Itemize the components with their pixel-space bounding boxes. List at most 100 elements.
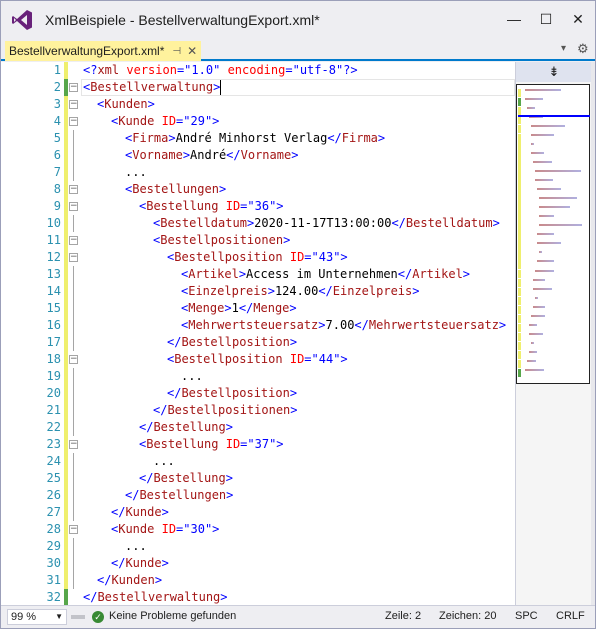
code-text: <?xml version="1.0" encoding="utf-8"?> bbox=[83, 63, 358, 77]
code-line[interactable]: 18− <Bestellposition ID="44"> bbox=[1, 351, 515, 368]
code-line[interactable]: 3− <Kunden> bbox=[1, 96, 515, 113]
horizontal-scroll-icon[interactable] bbox=[71, 612, 85, 622]
minimap-line bbox=[539, 206, 571, 209]
minimap-line bbox=[529, 332, 544, 335]
problems-status[interactable]: Keine Probleme gefunden bbox=[109, 610, 236, 622]
collapse-icon[interactable]: − bbox=[69, 83, 78, 92]
minimap-change-marker bbox=[518, 197, 521, 206]
zoom-value: 99 % bbox=[11, 611, 37, 623]
whitespace-indicator[interactable]: SPC bbox=[515, 610, 538, 622]
change-marker bbox=[64, 487, 68, 504]
minimap-line bbox=[535, 296, 538, 299]
code-line[interactable]: 31 </Kunden> bbox=[1, 572, 515, 589]
pin-tab-icon[interactable]: ⊣ bbox=[172, 46, 181, 57]
code-line[interactable]: 10 <Bestelldatum>2020-11-17T13:00:00</Bes… bbox=[1, 215, 515, 232]
close-tab-icon[interactable]: ✕ bbox=[187, 44, 197, 58]
minimap-change-marker bbox=[518, 278, 521, 287]
code-text: </Bestellverwaltung> bbox=[83, 590, 228, 604]
code-line[interactable]: 13 <Artikel>Access im Unternehmen</Artike… bbox=[1, 266, 515, 283]
minimap-change-marker bbox=[518, 125, 521, 134]
minimap-line bbox=[525, 89, 562, 91]
minimap-line bbox=[537, 242, 561, 245]
code-line[interactable]: 20 </Bestellposition> bbox=[1, 385, 515, 402]
code-line[interactable]: 32 </Bestellverwaltung> bbox=[1, 589, 515, 605]
code-line[interactable]: 22 </Bestellung> bbox=[1, 419, 515, 436]
collapse-icon[interactable]: − bbox=[69, 100, 78, 109]
code-text: ... bbox=[181, 369, 203, 383]
code-line[interactable]: 19... bbox=[1, 368, 515, 385]
outline-guide bbox=[73, 470, 74, 487]
code-editor[interactable]: 1 <?xml version="1.0" encoding="utf-8"?> 2… bbox=[1, 62, 515, 605]
line-indicator[interactable]: Zeile: 2 bbox=[385, 610, 421, 622]
code-line[interactable]: 1 <?xml version="1.0" encoding="utf-8"?> bbox=[1, 62, 515, 79]
maximize-button[interactable]: ☐ bbox=[531, 1, 561, 37]
minimap-change-marker bbox=[518, 134, 521, 143]
code-text: <Mehrwertsteuersatz>7.00</Mehrwertsteuer… bbox=[181, 318, 507, 332]
outline-guide bbox=[73, 368, 74, 385]
code-line[interactable]: 28− <Kunde ID="30"> bbox=[1, 521, 515, 538]
collapse-icon[interactable]: − bbox=[69, 236, 78, 245]
code-line[interactable]: 6 <Vorname>André</Vorname> bbox=[1, 147, 515, 164]
line-number: 19 bbox=[46, 369, 61, 383]
change-marker bbox=[64, 504, 68, 521]
code-line[interactable]: 5 <Firma>André Minhorst Verlag</Firma> bbox=[1, 130, 515, 147]
collapse-icon[interactable]: − bbox=[69, 253, 78, 262]
line-number: 24 bbox=[46, 454, 61, 468]
code-line[interactable]: 15 <Menge>1</Menge> bbox=[1, 300, 515, 317]
collapse-icon[interactable]: − bbox=[69, 440, 78, 449]
char-indicator[interactable]: Zeichen: 20 bbox=[439, 610, 496, 622]
tab-bestellverwaltungexport[interactable]: BestellverwaltungExport.xml* ⊣ ✕ bbox=[5, 41, 202, 61]
tab-list-dropdown-icon[interactable]: ▾ bbox=[561, 43, 566, 54]
zoom-dropdown[interactable]: 99 % ▼ bbox=[7, 609, 67, 625]
line-number: 26 bbox=[46, 488, 61, 502]
split-editor-icon[interactable]: ⇟ bbox=[516, 62, 592, 82]
code-line[interactable]: 9− <Bestellung ID="36"> bbox=[1, 198, 515, 215]
code-line[interactable]: 24... bbox=[1, 453, 515, 470]
code-line[interactable]: 16 <Mehrwertsteuersatz>7.00</Mehrwertsteu… bbox=[1, 317, 515, 334]
gear-icon[interactable]: ⚙ bbox=[577, 41, 589, 57]
text-caret bbox=[220, 80, 222, 95]
code-line[interactable]: 12− <Bestellposition ID="43"> bbox=[1, 249, 515, 266]
code-line[interactable]: 21 </Bestellpositionen> bbox=[1, 402, 515, 419]
collapse-icon[interactable]: − bbox=[69, 525, 78, 534]
minimap-line bbox=[533, 305, 546, 308]
code-line[interactable]: 17 </Bestellposition> bbox=[1, 334, 515, 351]
minimap[interactable]: ⇟ bbox=[515, 62, 592, 605]
outline-guide bbox=[73, 453, 74, 470]
code-line[interactable]: 29... bbox=[1, 538, 515, 555]
line-number: 20 bbox=[46, 386, 61, 400]
minimize-button[interactable]: — bbox=[499, 1, 529, 37]
line-ending-indicator[interactable]: CRLF bbox=[556, 610, 585, 622]
collapse-icon[interactable]: − bbox=[69, 117, 78, 126]
minimap-change-marker bbox=[518, 188, 521, 197]
tab-label: BestellverwaltungExport.xml* bbox=[9, 44, 165, 58]
minimap-change-marker bbox=[518, 170, 521, 179]
minimap-viewport[interactable] bbox=[516, 84, 590, 384]
minimap-change-marker bbox=[518, 305, 521, 314]
code-line[interactable]: 8− <Bestellungen> bbox=[1, 181, 515, 198]
close-window-button[interactable]: ✕ bbox=[563, 1, 593, 37]
change-marker bbox=[64, 249, 68, 266]
code-line[interactable]: 27 </Kunde> bbox=[1, 504, 515, 521]
code-line[interactable]: 23− <Bestellung ID="37"> bbox=[1, 436, 515, 453]
code-line[interactable]: 7... bbox=[1, 164, 515, 181]
change-marker bbox=[64, 589, 68, 605]
code-line[interactable]: 4− <Kunde ID="29"> bbox=[1, 113, 515, 130]
code-text: <Bestelldatum>2020-11-17T13:00:00</Beste… bbox=[153, 216, 500, 230]
code-line[interactable]: 2− <Bestellverwaltung> bbox=[1, 79, 515, 96]
change-marker bbox=[64, 283, 68, 300]
code-line[interactable]: 14 <Einzelpreis>124.00</Einzelpreis> bbox=[1, 283, 515, 300]
outline-guide bbox=[73, 334, 74, 351]
vertical-scrollbar[interactable] bbox=[591, 62, 595, 605]
code-line[interactable]: 11− <Bestellpositionen> bbox=[1, 232, 515, 249]
outline-guide bbox=[73, 385, 74, 402]
line-number: 16 bbox=[46, 318, 61, 332]
collapse-icon[interactable]: − bbox=[69, 185, 78, 194]
collapse-icon[interactable]: − bbox=[69, 355, 78, 364]
code-line[interactable]: 30 </Kunde> bbox=[1, 555, 515, 572]
code-line[interactable]: 26 </Bestellungen> bbox=[1, 487, 515, 504]
collapse-icon[interactable]: − bbox=[69, 202, 78, 211]
minimap-change-marker bbox=[518, 215, 521, 224]
code-line[interactable]: 25 </Bestellung> bbox=[1, 470, 515, 487]
line-number: 27 bbox=[46, 505, 61, 519]
